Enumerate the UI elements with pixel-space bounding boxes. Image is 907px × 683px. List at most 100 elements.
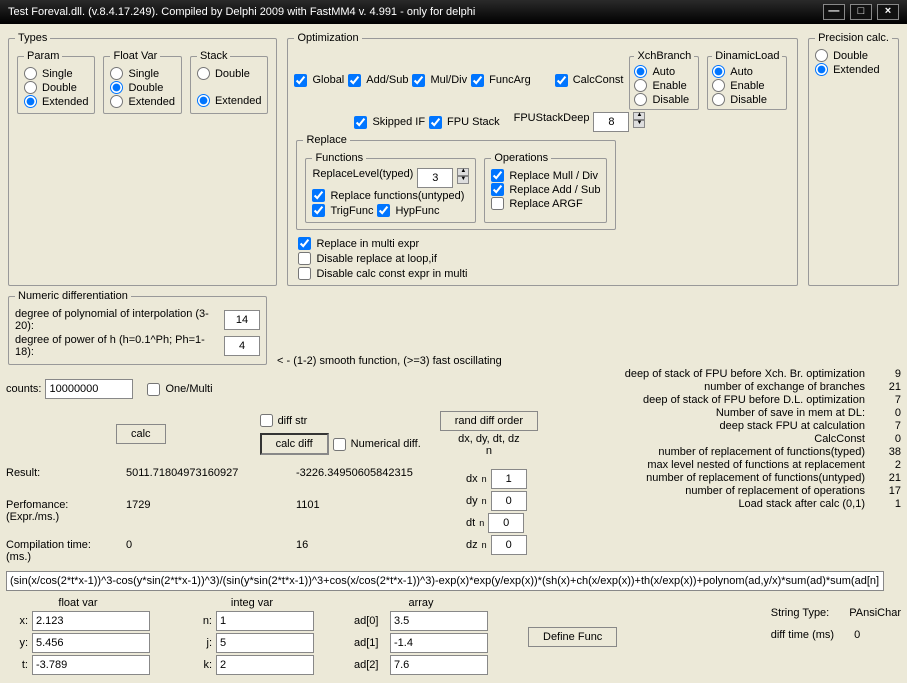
k-input[interactable] bbox=[216, 655, 314, 675]
precision-double-radio[interactable] bbox=[815, 49, 828, 62]
x-label: x: bbox=[6, 615, 28, 627]
ad0-input[interactable] bbox=[390, 611, 488, 631]
xchbranch-disable-radio[interactable] bbox=[634, 93, 647, 106]
types-legend: Types bbox=[15, 32, 50, 44]
stat-label: number of replacement of functions(typed… bbox=[658, 446, 865, 458]
floatvar-single-radio[interactable] bbox=[110, 67, 123, 80]
n-var-label: n: bbox=[190, 615, 212, 627]
dyn-input[interactable] bbox=[491, 491, 527, 511]
stack-double-radio[interactable] bbox=[197, 67, 210, 80]
replace-addsub-checkbox[interactable] bbox=[491, 183, 504, 196]
stat-label: deep of stack of FPU before D.L. optimiz… bbox=[643, 394, 865, 406]
replace-mulldiv-checkbox[interactable] bbox=[491, 169, 504, 182]
numdiff-power-input[interactable] bbox=[224, 336, 260, 356]
funcarg-checkbox[interactable] bbox=[471, 74, 484, 87]
numerical-diff-checkbox[interactable] bbox=[333, 438, 346, 451]
replace-group: Replace Functions ReplaceLevel(typed) ▲▼… bbox=[296, 134, 616, 230]
muldiv-checkbox[interactable] bbox=[412, 74, 425, 87]
j-input[interactable] bbox=[216, 633, 314, 653]
stat-label: number of exchange of branches bbox=[704, 381, 865, 393]
string-type-value: PAnsiChar bbox=[849, 607, 901, 619]
calcdiff-button[interactable]: calc diff bbox=[260, 433, 329, 455]
x-input[interactable] bbox=[32, 611, 150, 631]
stack-legend: Stack bbox=[197, 50, 231, 62]
stat-label: Number of save in mem at DL: bbox=[716, 407, 865, 419]
counts-input[interactable] bbox=[45, 379, 133, 399]
minimize-button[interactable]: — bbox=[823, 4, 845, 20]
xchbranch-auto-radio[interactable] bbox=[634, 65, 647, 78]
floatvar-extended-radio[interactable] bbox=[110, 95, 123, 108]
trigfunc-checkbox[interactable] bbox=[312, 204, 325, 217]
precision-extended-radio[interactable] bbox=[815, 63, 828, 76]
disable-calc-const-checkbox[interactable] bbox=[298, 267, 311, 280]
replace-functions-legend: Functions bbox=[312, 152, 366, 164]
close-button[interactable]: × bbox=[877, 4, 899, 20]
fpustackdeep-down[interactable]: ▼ bbox=[633, 120, 645, 128]
one-multi-checkbox[interactable] bbox=[147, 383, 160, 396]
stack-extended-radio[interactable] bbox=[197, 94, 210, 107]
y-input[interactable] bbox=[32, 633, 150, 653]
replace-functions-group: Functions ReplaceLevel(typed) ▲▼ Replace… bbox=[305, 152, 476, 223]
floatvar-legend: Float Var bbox=[110, 50, 160, 62]
stat-label: deep stack FPU at calculation bbox=[719, 420, 865, 432]
replace-level-down[interactable]: ▼ bbox=[457, 176, 469, 184]
replace-level-up[interactable]: ▲ bbox=[457, 168, 469, 176]
y-label: y: bbox=[6, 637, 28, 649]
dtn-input[interactable] bbox=[488, 513, 524, 533]
skippedif-checkbox[interactable] bbox=[354, 116, 367, 129]
hypfunc-checkbox[interactable] bbox=[377, 204, 390, 217]
stat-label: Load stack after calc (0,1) bbox=[738, 498, 865, 510]
float-var-legend: float var bbox=[6, 597, 150, 609]
define-func-button[interactable]: Define Func bbox=[528, 627, 617, 647]
fpustackdeep-up[interactable]: ▲ bbox=[633, 112, 645, 120]
calc-button[interactable]: calc bbox=[116, 424, 166, 444]
types-group: Types Param Single Double Extended Float… bbox=[8, 32, 277, 286]
numdiff-poly-input[interactable] bbox=[224, 310, 260, 330]
stat-label: number of replacement of functions(untyp… bbox=[646, 472, 865, 484]
disable-replace-loop-checkbox[interactable] bbox=[298, 252, 311, 265]
addsub-checkbox[interactable] bbox=[348, 74, 361, 87]
expression-input[interactable] bbox=[6, 571, 884, 591]
fpustackdeep-input[interactable] bbox=[593, 112, 629, 132]
param-double-radio[interactable] bbox=[24, 81, 37, 94]
replace-argf-checkbox[interactable] bbox=[491, 197, 504, 210]
floatvar-double-radio[interactable] bbox=[110, 81, 123, 94]
replace-funcs-checkbox[interactable] bbox=[312, 189, 325, 202]
n-input[interactable] bbox=[216, 611, 314, 631]
xchbranch-enable-radio[interactable] bbox=[634, 79, 647, 92]
perf2-value: 1101 bbox=[296, 499, 446, 511]
dzn-input[interactable] bbox=[491, 535, 527, 555]
dinamicload-auto-radio[interactable] bbox=[712, 65, 725, 78]
smooth-hint: < - (1-2) smooth function, (>=3) fast os… bbox=[277, 355, 502, 367]
numdiff-group: Numeric differentiation degree of polyno… bbox=[8, 290, 267, 365]
optimization-legend: Optimization bbox=[294, 32, 361, 44]
dinamicload-legend: DinamicLoad bbox=[712, 50, 782, 62]
dinamicload-group: DinamicLoad Auto Enable Disable bbox=[707, 50, 787, 110]
stat-label: max level nested of functions at replace… bbox=[647, 459, 865, 471]
dxn-input[interactable] bbox=[491, 469, 527, 489]
fpustackdeep-label: FPUStackDeep bbox=[514, 112, 590, 132]
ad2-input[interactable] bbox=[390, 655, 488, 675]
global-checkbox[interactable] bbox=[294, 74, 307, 87]
dinamicload-enable-radio[interactable] bbox=[712, 79, 725, 92]
dxdy-label: dx, dy, dt, dz bbox=[440, 433, 538, 445]
n-label: n bbox=[440, 445, 538, 457]
rand-diff-button[interactable]: rand diff order bbox=[440, 411, 538, 431]
ad1-input[interactable] bbox=[390, 633, 488, 653]
t-label: t: bbox=[6, 659, 28, 671]
calcconst-checkbox[interactable] bbox=[555, 74, 568, 87]
stat-label: number of replacement of operations bbox=[685, 485, 865, 497]
result1-value: 5011.71804973160927 bbox=[126, 467, 276, 479]
replace-level-input[interactable] bbox=[417, 168, 453, 188]
param-single-radio[interactable] bbox=[24, 67, 37, 80]
diff-time-label: diff time (ms) bbox=[771, 629, 834, 641]
replace-operations-legend: Operations bbox=[491, 152, 551, 164]
fpustack-checkbox[interactable] bbox=[429, 116, 442, 129]
param-extended-radio[interactable] bbox=[24, 95, 37, 108]
t-input[interactable] bbox=[32, 655, 150, 675]
maximize-button[interactable]: □ bbox=[850, 4, 872, 20]
dinamicload-disable-radio[interactable] bbox=[712, 93, 725, 106]
counts-label: counts: bbox=[6, 383, 41, 395]
replace-multi-checkbox[interactable] bbox=[298, 237, 311, 250]
diffstr-checkbox[interactable] bbox=[260, 414, 273, 427]
